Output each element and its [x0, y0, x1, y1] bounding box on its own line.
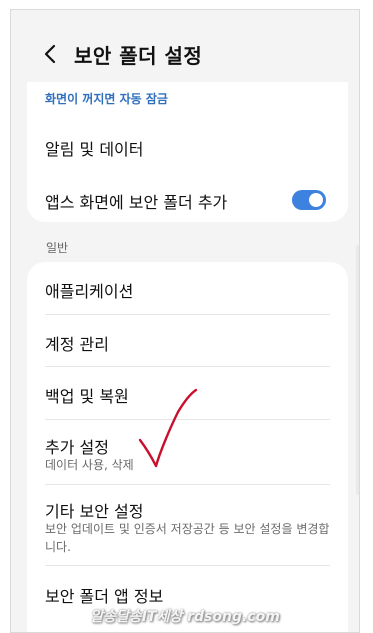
more-settings-description: 데이터 사용, 삭제 — [45, 458, 134, 472]
backup-restore-item[interactable]: 백업 및 복원 — [27, 367, 348, 419]
scrollbar[interactable] — [356, 245, 359, 495]
about-label: 보안 폴더 앱 정보 — [45, 587, 164, 606]
add-to-apps-label: 앱스 화면에 보안 폴더 추가 — [45, 193, 228, 212]
other-security-item[interactable]: 기타 보안 설정 보안 업데이트 및 인증서 저장공간 등 보안 설정을 변경합… — [27, 485, 348, 565]
settings-group-general: 애플리케이션 계정 관리 백업 및 복원 추가 설정 데이터 사용, 삭제 기타… — [27, 262, 348, 632]
more-settings-label: 추가 설정 — [45, 438, 109, 457]
section-header-general: 일반 — [46, 241, 69, 255]
auto-lock-link[interactable]: 화면이 꺼지면 자동 잠금 — [45, 90, 168, 107]
accounts-label: 계정 관리 — [45, 335, 109, 354]
more-settings-item[interactable]: 추가 설정 데이터 사용, 삭제 — [27, 420, 348, 482]
applications-label: 애플리케이션 — [45, 282, 134, 301]
settings-group-lock: 화면이 꺼지면 자동 잠금 알림 및 데이터 앱스 화면에 보안 폴더 추가 — [27, 82, 348, 222]
notifications-data-item[interactable]: 알림 및 데이터 — [27, 122, 348, 170]
other-security-description: 보안 업데이트 및 인증서 저장공간 등 보안 설정을 변경합니다. — [45, 522, 330, 554]
toggle-knob — [309, 193, 323, 207]
other-security-label: 기타 보안 설정 — [45, 502, 144, 521]
notifications-data-label: 알림 및 데이터 — [45, 140, 144, 159]
accounts-item[interactable]: 계정 관리 — [27, 315, 348, 367]
watermark: 알송달송IT세상 rdsong.com — [90, 609, 280, 625]
add-to-apps-toggle[interactable] — [292, 190, 326, 210]
add-to-apps-item[interactable]: 앱스 화면에 보안 폴더 추가 — [27, 176, 348, 224]
phone-screen: 보안 폴더 설정 화면이 꺼지면 자동 잠금 알림 및 데이터 앱스 화면에 보… — [10, 9, 360, 633]
backup-restore-label: 백업 및 복원 — [45, 387, 129, 406]
page-title: 보안 폴더 설정 — [74, 44, 203, 68]
chevron-left-icon[interactable] — [40, 43, 62, 65]
applications-item[interactable]: 애플리케이션 — [27, 262, 348, 314]
